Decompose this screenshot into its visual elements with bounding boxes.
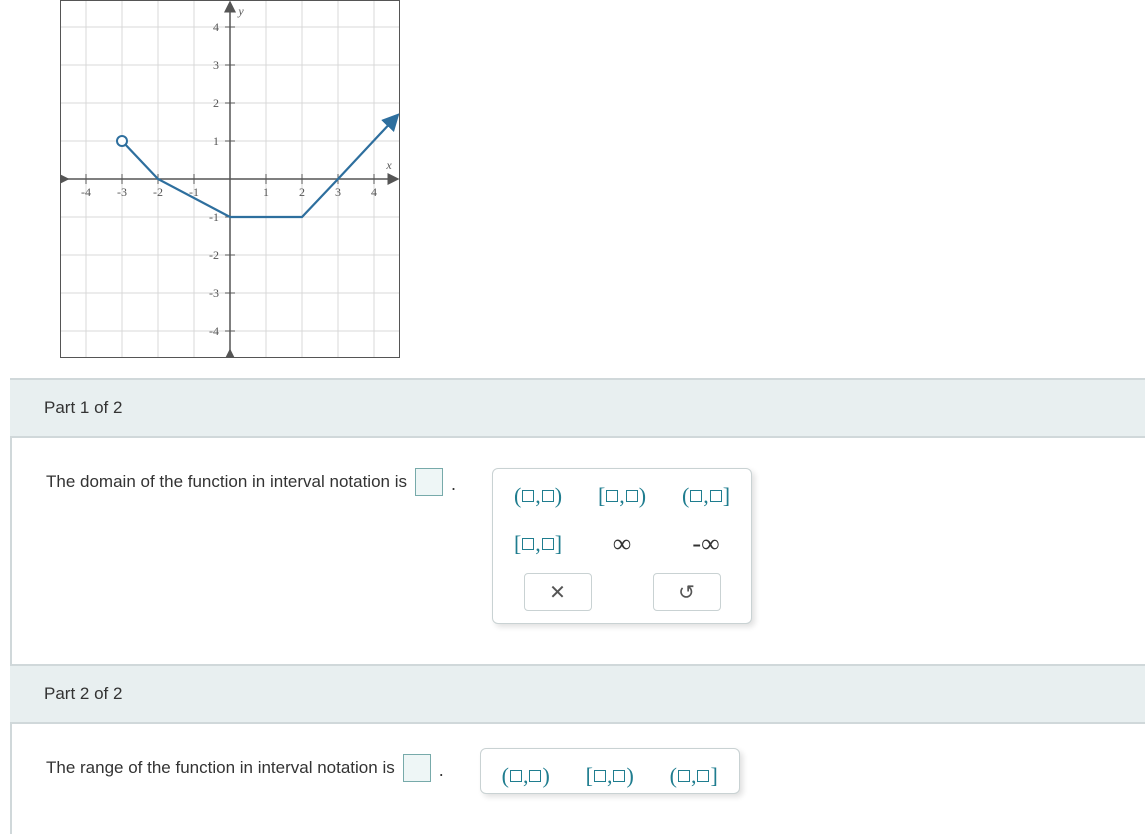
interval-open-closed[interactable]: (,] — [678, 481, 734, 511]
part2-header-text: Part 2 of 2 — [44, 684, 122, 703]
period: . — [439, 754, 444, 781]
svg-text:2: 2 — [299, 185, 305, 199]
infinity-button[interactable]: ∞ — [613, 529, 632, 559]
svg-text:2: 2 — [213, 96, 219, 110]
svg-text:-2: -2 — [153, 185, 163, 199]
interval-closed-closed[interactable]: [,] — [510, 529, 566, 559]
svg-text:4: 4 — [371, 185, 377, 199]
interval-open-open[interactable]: (,) — [498, 761, 554, 791]
period: . — [451, 468, 456, 495]
part1-body: The domain of the function in interval n… — [10, 438, 1145, 664]
part1-answer-input[interactable] — [415, 468, 443, 496]
part1-header-text: Part 1 of 2 — [44, 398, 122, 417]
svg-text:y: y — [237, 4, 244, 18]
part2-header: Part 2 of 2 — [10, 664, 1145, 724]
reset-button[interactable]: ↺ — [653, 573, 721, 611]
x-icon: ✕ — [549, 580, 566, 605]
part1-question: The domain of the function in interval n… — [46, 468, 407, 492]
svg-text:4: 4 — [213, 20, 219, 34]
part1-header: Part 1 of 2 — [10, 378, 1145, 438]
interval-closed-open[interactable]: [,) — [594, 481, 650, 511]
svg-text:1: 1 — [263, 185, 269, 199]
svg-text:-3: -3 — [209, 286, 219, 300]
svg-text:3: 3 — [213, 58, 219, 72]
svg-text:-2: -2 — [209, 248, 219, 262]
part2-answer-input[interactable] — [403, 754, 431, 782]
interval-toolpad-2: (,) [,) (,] — [480, 748, 740, 794]
function-graph: -4-3 -2-1 12 34 43 21 -1-2 -3-4 y x — [60, 0, 400, 358]
graph-container: -4-3 -2-1 12 34 43 21 -1-2 -3-4 y x — [0, 0, 1145, 378]
interval-toolpad-1: (,) [,) (,] [,] ∞ -∞ ✕ ↺ — [492, 468, 752, 624]
clear-button[interactable]: ✕ — [524, 573, 592, 611]
part2-body: The range of the function in interval no… — [10, 724, 1145, 834]
svg-text:-4: -4 — [81, 185, 91, 199]
interval-open-open[interactable]: (,) — [510, 481, 566, 511]
part2-question: The range of the function in interval no… — [46, 754, 395, 778]
svg-text:-4: -4 — [209, 324, 219, 338]
neg-infinity-button[interactable]: -∞ — [692, 529, 719, 559]
svg-text:-3: -3 — [117, 185, 127, 199]
svg-text:x: x — [385, 158, 392, 172]
interval-closed-open[interactable]: [,) — [582, 761, 638, 791]
interval-open-closed[interactable]: (,] — [666, 761, 722, 791]
svg-text:3: 3 — [335, 185, 341, 199]
svg-text:-1: -1 — [209, 210, 219, 224]
undo-icon: ↺ — [678, 580, 695, 605]
svg-text:1: 1 — [213, 134, 219, 148]
